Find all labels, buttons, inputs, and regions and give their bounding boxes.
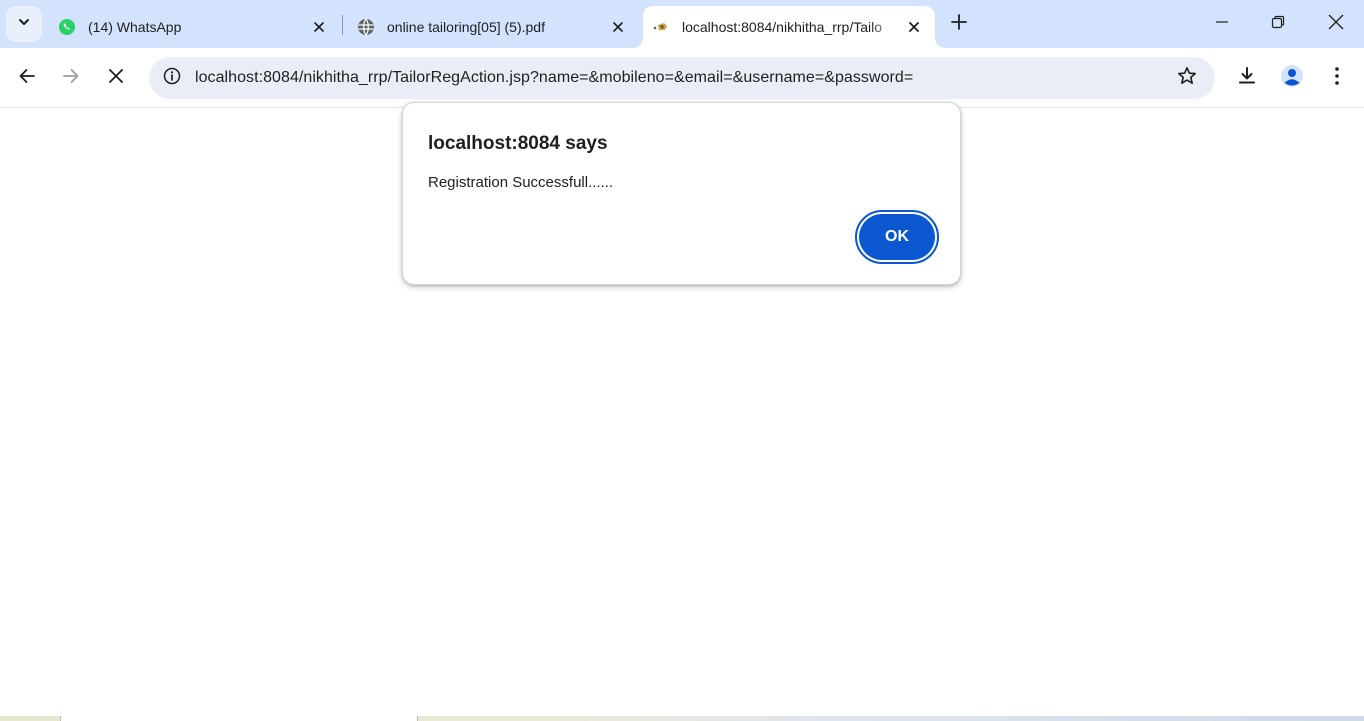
tab-strip: (14) WhatsApp online tailoring[05] (5).p…: [0, 0, 1364, 48]
tab-title: online tailoring[05] (5).pdf: [387, 19, 545, 35]
tab-search-button[interactable]: [6, 6, 42, 42]
more-vertical-icon: [1334, 66, 1340, 91]
stop-loading-button[interactable]: [98, 60, 134, 96]
restore-button[interactable]: [1262, 8, 1294, 40]
star-icon: [1177, 66, 1197, 91]
close-tab-icon[interactable]: [606, 15, 630, 39]
minimize-icon: [1215, 15, 1229, 34]
info-icon: [163, 67, 181, 90]
site-info-button[interactable]: [157, 63, 187, 93]
new-tab-button[interactable]: [944, 9, 974, 39]
close-icon: [108, 68, 124, 89]
tab-separator: [342, 15, 343, 35]
downloads-button[interactable]: [1229, 60, 1265, 96]
avatar: [1280, 64, 1304, 93]
tab-title: (14) WhatsApp: [88, 19, 182, 35]
url-text[interactable]: localhost:8084/nikhitha_rrp/TailorRegAct…: [195, 57, 913, 99]
ok-button[interactable]: OK: [855, 210, 939, 264]
whatsapp-icon: [58, 18, 76, 36]
ok-button-label: OK: [859, 214, 935, 260]
chevron-down-icon: [18, 15, 30, 33]
close-icon: [1328, 14, 1344, 35]
site-favicon-icon: [652, 18, 670, 36]
tab-pdf[interactable]: online tailoring[05] (5).pdf: [345, 6, 639, 48]
minimize-button[interactable]: [1206, 8, 1238, 40]
close-window-button[interactable]: [1320, 8, 1352, 40]
forward-button[interactable]: [53, 60, 89, 96]
tab-localhost[interactable]: localhost:8084/nikhitha_rrp/Tailo: [643, 6, 935, 48]
arrow-back-icon: [18, 67, 36, 90]
taskbar-window-edge: [60, 716, 418, 721]
restore-icon: [1271, 15, 1285, 34]
close-tab-icon[interactable]: [902, 15, 926, 39]
dialog-title: localhost:8084 says: [428, 133, 608, 154]
dialog-message: Registration Successfull......: [428, 174, 614, 191]
alert-dialog: localhost:8084 says Registration Success…: [402, 102, 961, 285]
back-button[interactable]: [9, 60, 45, 96]
profile-button[interactable]: [1274, 60, 1310, 96]
globe-icon: [357, 18, 375, 36]
tab-whatsapp[interactable]: (14) WhatsApp: [46, 6, 340, 48]
browser-toolbar: localhost:8084/nikhitha_rrp/TailorRegAct…: [0, 48, 1364, 108]
bookmark-button[interactable]: [1173, 64, 1201, 92]
tab-title: localhost:8084/nikhitha_rrp/Tailo: [682, 19, 883, 35]
close-tab-icon[interactable]: [307, 15, 331, 39]
download-icon: [1237, 66, 1257, 91]
plus-icon: [951, 13, 967, 35]
address-bar[interactable]: localhost:8084/nikhitha_rrp/TailorRegAct…: [149, 57, 1215, 99]
menu-button[interactable]: [1319, 60, 1355, 96]
arrow-forward-icon: [62, 67, 80, 90]
